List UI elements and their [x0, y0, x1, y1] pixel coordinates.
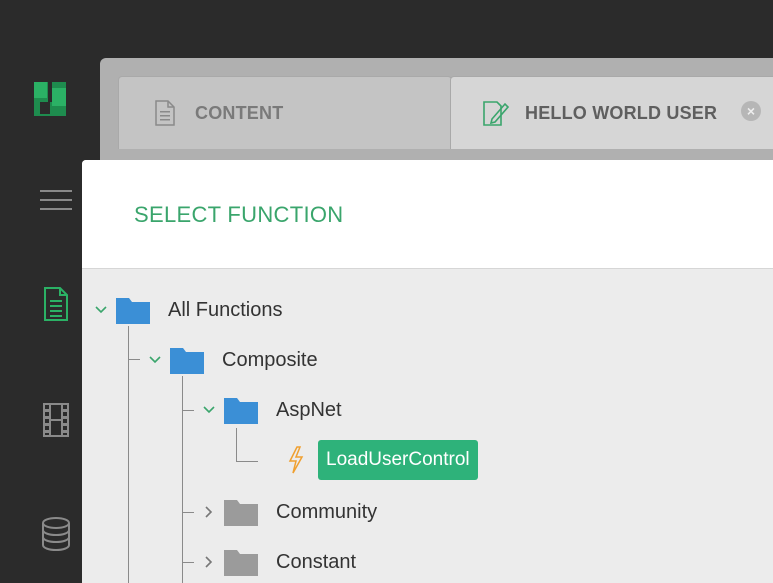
document-icon: [155, 100, 175, 126]
tree-node-label: All Functions: [168, 298, 283, 321]
dialog-title: SELECT FUNCTION: [134, 202, 344, 227]
tree-node-aspnet[interactable]: AspNet: [202, 390, 342, 430]
tree-connector: [182, 376, 183, 583]
screen: CONTENT HELLO WORLD USER × SELECT FUNCTI…: [0, 0, 773, 583]
folder-icon: [224, 498, 258, 526]
close-icon[interactable]: ×: [741, 101, 761, 121]
tree-node-composite[interactable]: Composite: [148, 340, 318, 380]
tree-node-loadusercontrol[interactable]: LoadUserControl: [288, 440, 478, 480]
lightning-icon: [288, 446, 304, 474]
tab-hello-world-user-label: HELLO WORLD USER: [525, 102, 718, 123]
tree-node-community[interactable]: Community: [202, 492, 377, 532]
tree-node-all-functions[interactable]: All Functions: [94, 290, 283, 330]
dialog-header: SELECT FUNCTION: [82, 160, 773, 269]
folder-icon: [224, 396, 258, 424]
chevron-down-icon[interactable]: [94, 306, 108, 314]
tab-content[interactable]: CONTENT: [118, 76, 452, 149]
tree-connector: [182, 562, 194, 563]
chevron-right-icon[interactable]: [202, 506, 216, 518]
tab-content-label: CONTENT: [195, 102, 284, 123]
media-film-icon[interactable]: [38, 398, 74, 442]
tree-connector: [236, 461, 258, 462]
edit-document-icon: [483, 99, 509, 127]
tree-node-label: AspNet: [276, 398, 342, 421]
tree-connector: [128, 326, 129, 583]
app-logo-icon[interactable]: [32, 80, 68, 120]
folder-icon: [224, 548, 258, 576]
tree-node-label: Constant: [276, 550, 357, 573]
selected-function-label: LoadUserControl: [318, 440, 478, 480]
tree-connector: [182, 512, 194, 513]
hamburger-menu-icon[interactable]: [38, 185, 74, 215]
function-tree: All Functions Composite AspNet LoadUserC…: [82, 268, 773, 583]
tab-hello-world-user[interactable]: HELLO WORLD USER ×: [450, 76, 773, 149]
tree-node-label: Composite: [222, 348, 318, 371]
tree-connector: [182, 410, 194, 411]
folder-icon: [170, 346, 204, 374]
tree-node-label: Community: [276, 500, 378, 523]
tree-connector: [236, 428, 237, 462]
select-function-dialog: SELECT FUNCTION All Functions Composite …: [82, 160, 773, 583]
folder-icon: [116, 296, 150, 324]
chevron-down-icon[interactable]: [148, 356, 162, 364]
chevron-down-icon[interactable]: [202, 406, 216, 414]
tree-node-constant[interactable]: Constant: [202, 542, 356, 582]
chevron-right-icon[interactable]: [202, 556, 216, 568]
tree-connector: [128, 359, 140, 360]
content-document-icon[interactable]: [38, 282, 74, 326]
data-database-icon[interactable]: [38, 512, 74, 556]
